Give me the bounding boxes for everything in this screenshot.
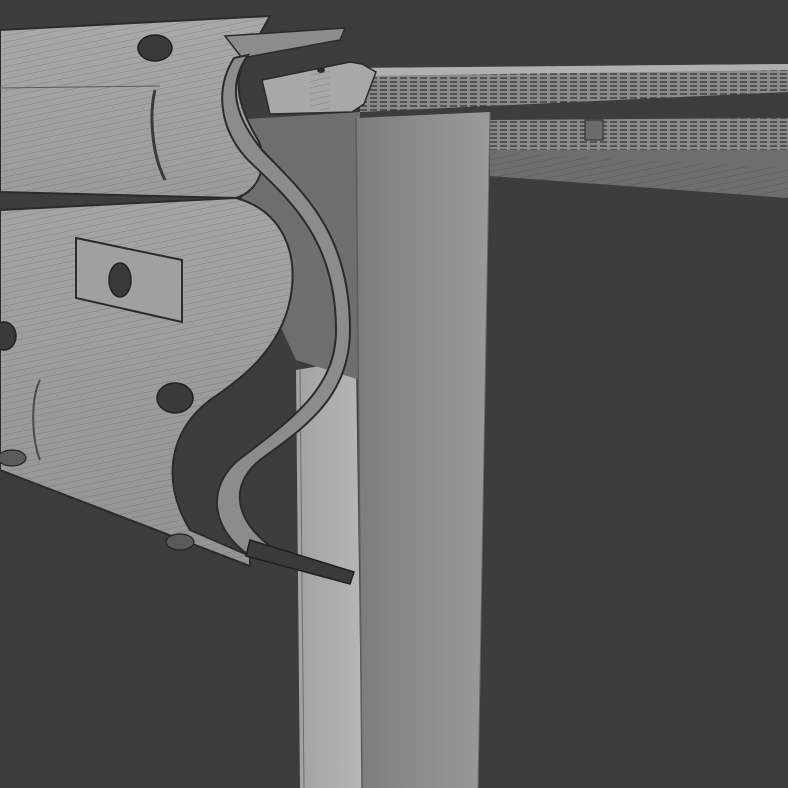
render-viewport	[0, 0, 788, 788]
guardrail-scene	[0, 0, 788, 788]
main-post	[355, 111, 491, 788]
bolt-hole-icon	[137, 34, 173, 62]
bolt-hole-icon	[156, 382, 194, 414]
bolt-nut-icon	[0, 449, 27, 467]
bolt-nut-icon	[165, 533, 195, 551]
far-bolt-icon	[584, 119, 604, 141]
bolt-hole-icon	[108, 262, 132, 298]
